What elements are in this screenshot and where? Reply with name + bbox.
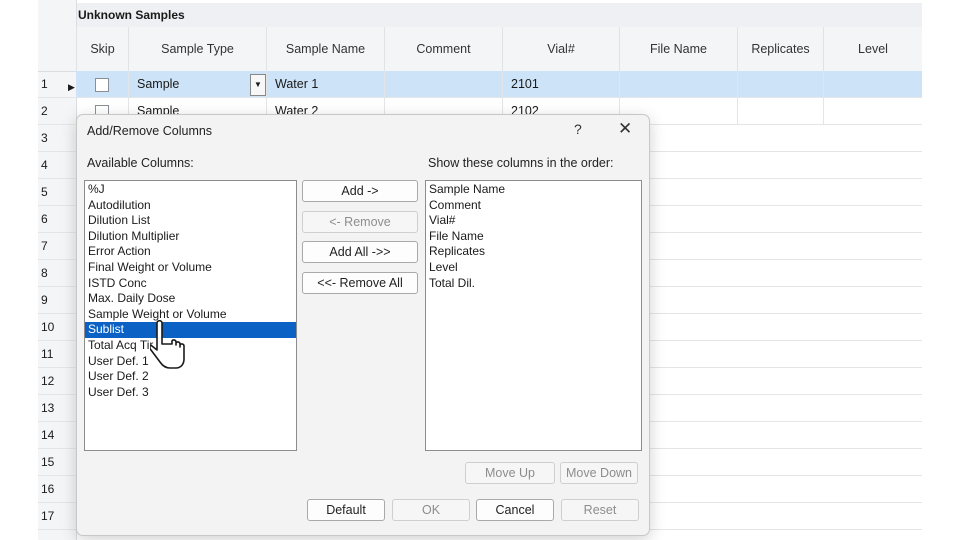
row-number[interactable]: 13 [38,395,76,422]
list-item[interactable]: Comment [429,198,481,214]
column-header-sample-name[interactable]: Sample Name [266,27,384,71]
column-header-replicates[interactable]: Replicates [737,27,823,71]
table-row[interactable]: Sample ▼ Water 1 2101 [76,71,922,98]
column-header-level[interactable]: Level [823,27,922,71]
list-item[interactable]: Dilution List [88,213,150,229]
available-columns-list[interactable]: %J Autodilution Dilution List Dilution M… [84,180,297,451]
row-number-column: 1 2 3 4 5 6 7 8 9 10 11 12 13 14 15 16 1… [38,0,77,540]
row-number[interactable]: 7 [38,233,76,260]
sample-type-value: Sample [137,77,180,91]
row-number[interactable]: 5 [38,179,76,206]
reset-button[interactable]: Reset [561,499,639,521]
ok-button[interactable]: OK [392,499,470,521]
row-number[interactable]: 16 [38,476,76,503]
list-item[interactable]: Total Acq Tir [88,338,153,354]
row-number[interactable]: 17 [38,503,76,530]
order-columns-label: Show these columns in the order: [428,156,614,170]
list-item[interactable]: Sample Name [429,182,505,198]
hand-pointer-icon [149,319,186,377]
help-icon[interactable]: ? [574,121,582,137]
available-columns-label: Available Columns: [87,156,194,170]
list-item-selected[interactable]: Sublist [85,322,296,338]
shown-columns-list[interactable]: Sample Name Comment Vial# File Name Repl… [425,180,642,451]
grid-title-bar: Unknown Samples [38,3,922,27]
skip-cell [76,71,128,98]
replicates-cell[interactable] [737,98,823,125]
row-number[interactable]: 12 [38,368,76,395]
list-item[interactable]: User Def. 2 [88,369,149,385]
column-header-file-name[interactable]: File Name [619,27,737,71]
move-down-button[interactable]: Move Down [560,462,638,484]
row-number[interactable]: 10 [38,314,76,341]
play-arrow-icon: ▶ [68,82,75,92]
level-cell[interactable] [823,98,922,125]
remove-all-button[interactable]: <<- Remove All [302,272,418,294]
add-all-button[interactable]: Add All ->> [302,241,418,263]
row-number[interactable]: 4 [38,152,76,179]
column-header-sample-type[interactable]: Sample Type [128,27,266,71]
list-item[interactable]: ISTD Conc [88,276,147,292]
list-item[interactable]: Max. Daily Dose [88,291,175,307]
add-button[interactable]: Add -> [302,180,418,202]
grid-title: Unknown Samples [78,8,185,22]
list-item[interactable]: %J [88,182,105,198]
row-number[interactable]: 14 [38,422,76,449]
row-number[interactable]: 15 [38,449,76,476]
remove-button[interactable]: <- Remove [302,211,418,233]
row-number[interactable]: 3 [38,125,76,152]
row-number[interactable]: 8 [38,260,76,287]
cancel-button[interactable]: Cancel [476,499,554,521]
column-header-skip[interactable]: Skip [76,27,128,71]
row-number[interactable]: 6 [38,206,76,233]
list-item[interactable]: Total Dil. [429,276,475,292]
default-button[interactable]: Default [307,499,385,521]
list-item[interactable]: Vial# [429,213,455,229]
list-item[interactable]: Error Action [88,244,151,260]
list-item[interactable]: Autodilution [88,198,151,214]
list-item[interactable]: Dilution Multiplier [88,229,179,245]
list-item[interactable]: Final Weight or Volume [88,260,212,276]
row-number[interactable]: 11 [38,341,76,368]
sample-name-cell[interactable]: Water 1 [266,71,384,98]
skip-checkbox[interactable] [95,78,109,92]
list-item[interactable]: Replicates [429,244,485,260]
row-number[interactable]: 2 [38,98,76,125]
grid-header-row: Skip Sample Type Sample Name Comment Via… [38,27,922,72]
column-header-vial[interactable]: Vial# [502,27,619,71]
column-header-comment[interactable]: Comment [384,27,502,71]
list-item[interactable]: User Def. 3 [88,385,149,401]
row-number[interactable]: 9 [38,287,76,314]
sample-type-cell[interactable]: Sample ▼ [128,71,266,98]
close-icon[interactable]: ✕ [618,119,632,139]
chevron-down-icon[interactable]: ▼ [250,74,266,96]
list-item[interactable]: User Def. 1 [88,354,149,370]
list-item[interactable]: Level [429,260,458,276]
move-up-button[interactable]: Move Up [465,462,555,484]
replicates-cell[interactable] [737,71,823,98]
comment-cell[interactable] [384,71,502,98]
vial-cell[interactable]: 2101 [502,71,619,98]
file-name-cell[interactable] [619,71,737,98]
level-cell[interactable] [823,71,922,98]
dialog-title: Add/Remove Columns [87,124,213,138]
list-item[interactable]: File Name [429,229,484,245]
